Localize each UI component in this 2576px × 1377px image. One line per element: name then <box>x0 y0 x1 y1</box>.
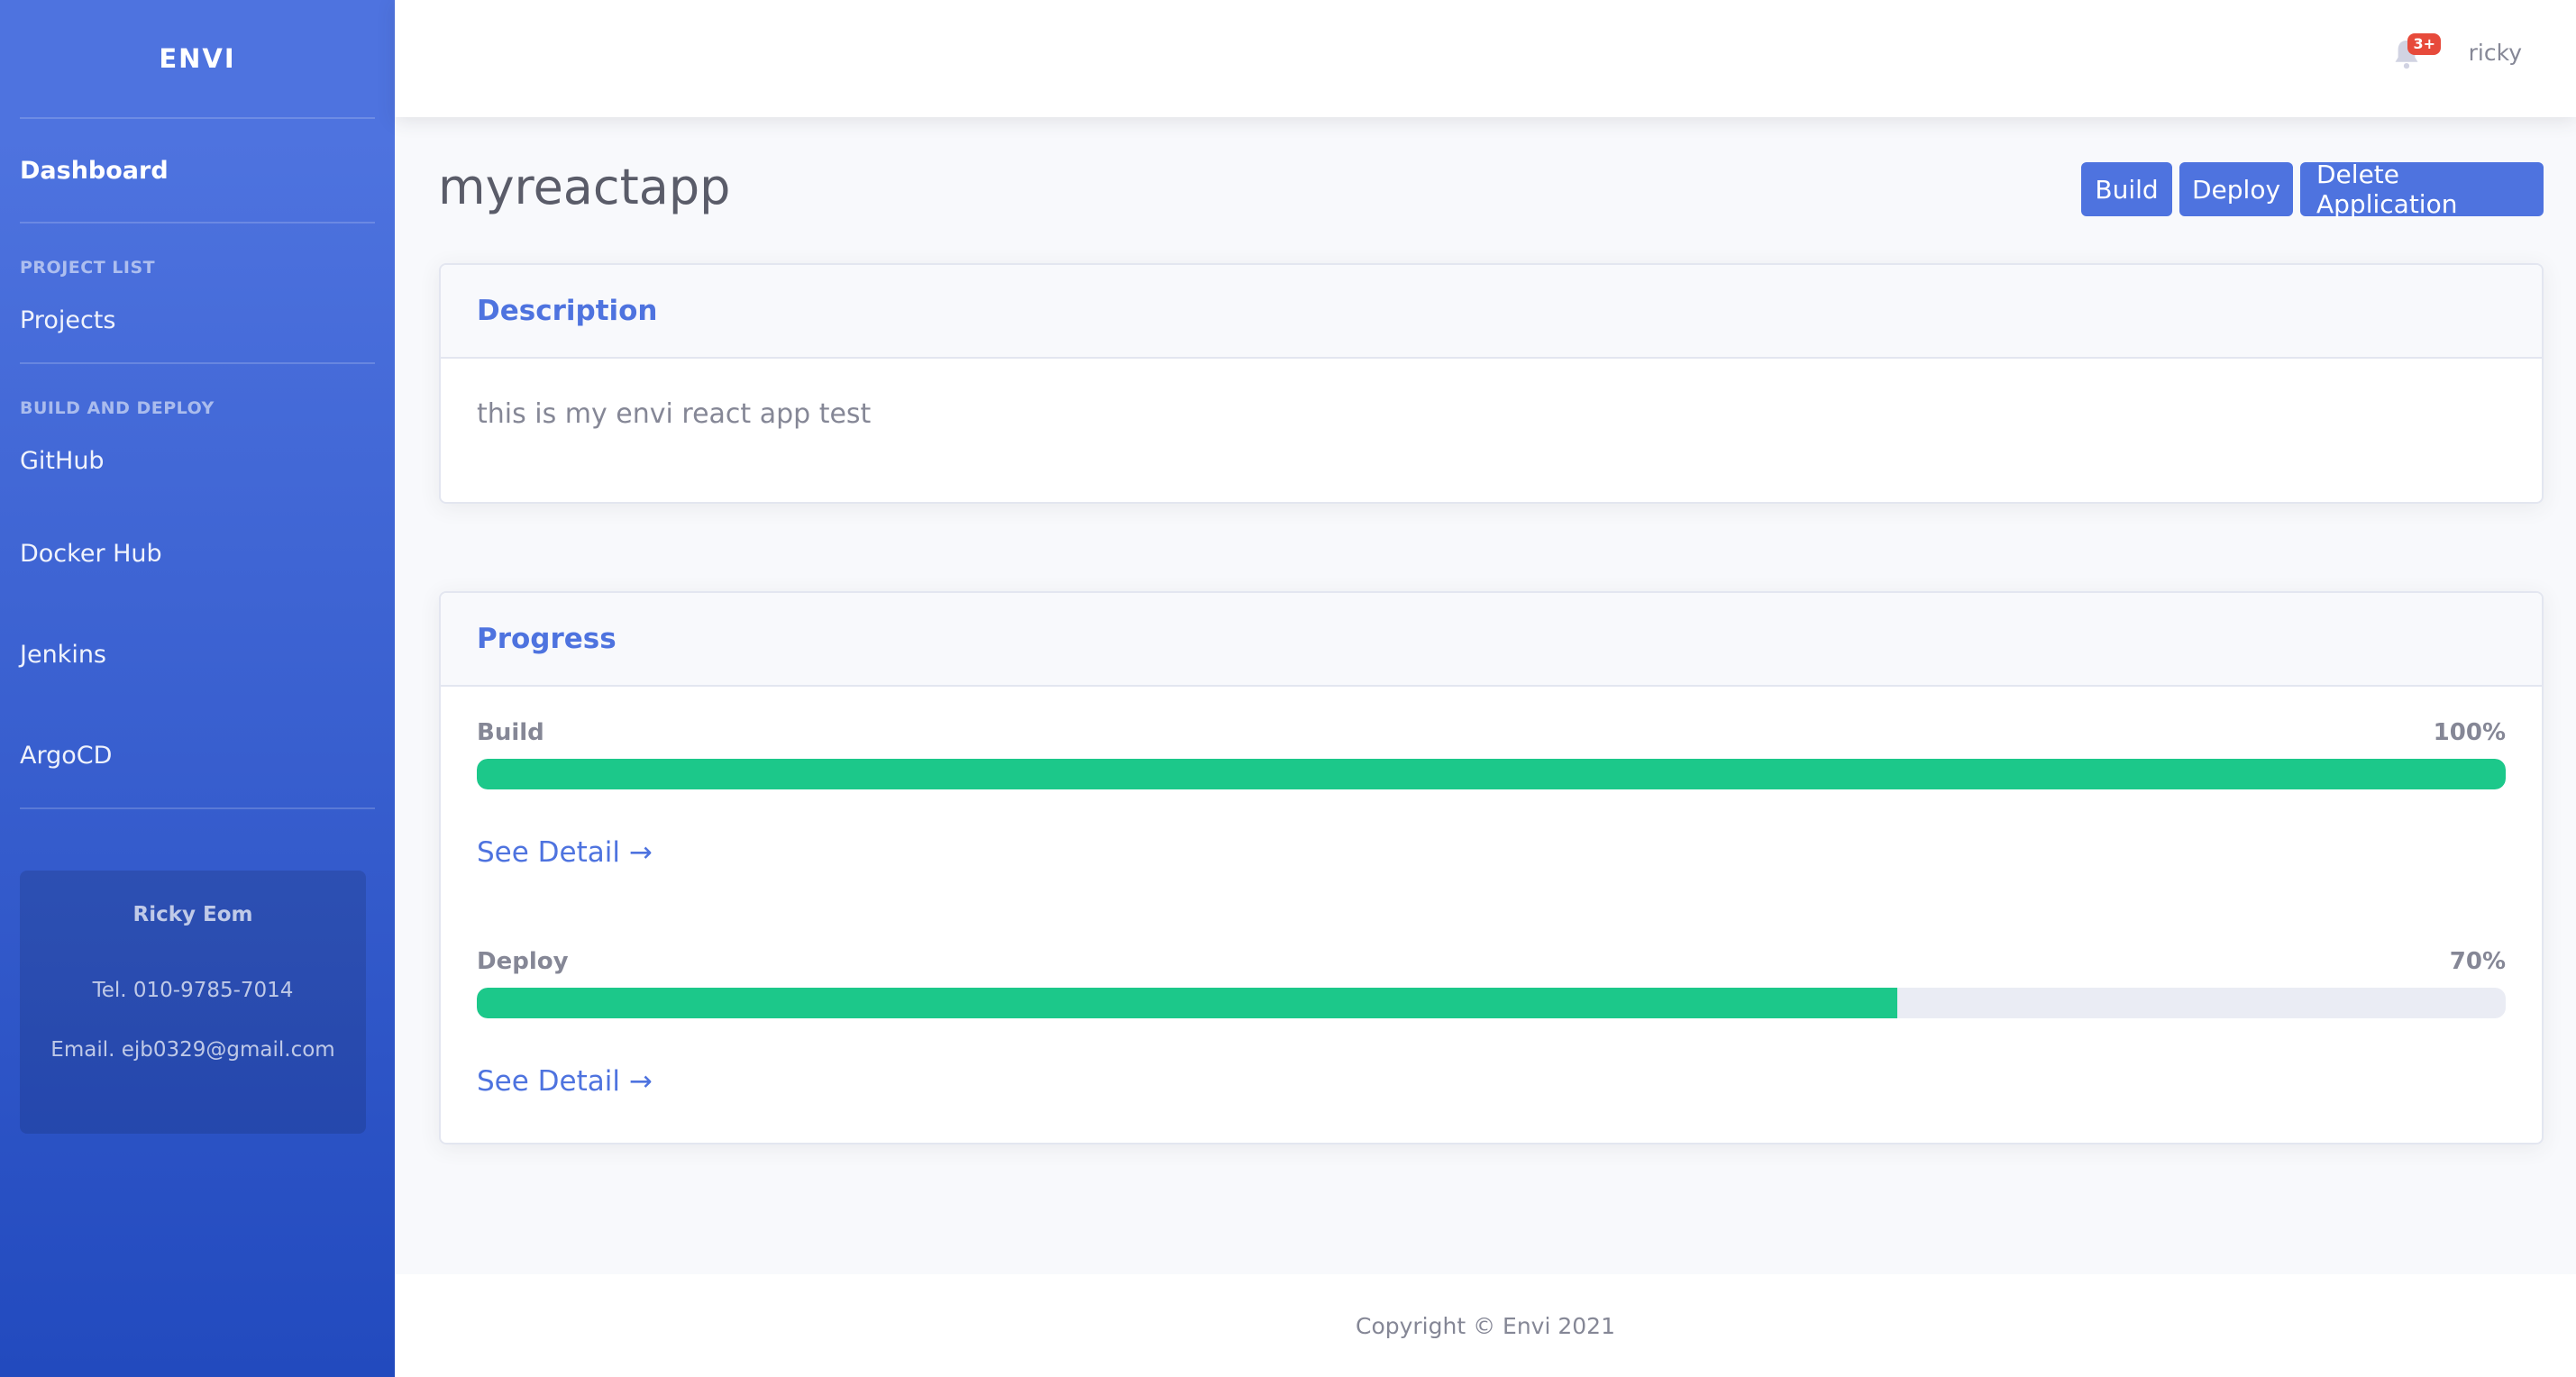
deploy-progress-track <box>477 988 2506 1018</box>
sidebar-item-github[interactable]: GitHub <box>0 418 395 503</box>
profile-tel: Tel. 010-9785-7014 <box>92 979 294 1002</box>
build-progress-track <box>477 759 2506 789</box>
deploy-see-detail-link[interactable]: See Detail → <box>477 1065 653 1098</box>
description-card: Description this is my envi react app te… <box>439 263 2544 504</box>
description-header: Description <box>441 265 2542 359</box>
build-progress-percent: 100% <box>2433 719 2506 746</box>
user-menu[interactable]: ricky <box>2469 40 2522 66</box>
sidebar-item-projects[interactable]: Projects <box>0 278 395 362</box>
build-see-detail-link[interactable]: See Detail → <box>477 836 653 869</box>
topbar: 3+ ricky <box>395 0 2576 117</box>
sidebar-item-dashboard[interactable]: Dashboard <box>0 119 395 222</box>
build-progress-label-row: Build 100% <box>477 719 2506 746</box>
build-progress-fill <box>477 759 2506 789</box>
sidebar-item-jenkins[interactable]: Jenkins <box>0 604 395 705</box>
build-progress-label: Build <box>477 719 544 746</box>
sidebar-item-dockerhub[interactable]: Docker Hub <box>0 503 395 604</box>
build-progress: Build 100% <box>477 719 2506 789</box>
brand-logo[interactable]: ENVI <box>0 0 395 117</box>
sidebar-heading-build-deploy: BUILD AND DEPLOY <box>20 398 215 418</box>
delete-application-button[interactable]: Delete Application <box>2300 160 2544 219</box>
notification-badge: 3+ <box>2407 33 2441 55</box>
footer: Copyright © Envi 2021 <box>395 1274 2576 1377</box>
progress-card: Progress Build 100% See Detail → Deploy … <box>439 591 2544 1144</box>
description-text: this is my envi react app test <box>477 398 872 430</box>
sidebar-item-argocd[interactable]: ArgoCD <box>0 705 395 806</box>
deploy-progress-label: Deploy <box>477 948 569 975</box>
page-title: myreactapp <box>438 159 731 215</box>
build-button[interactable]: Build <box>2081 162 2172 216</box>
sidebar-heading-project-list: PROJECT LIST <box>20 258 156 278</box>
deploy-progress-percent: 70% <box>2449 948 2506 975</box>
sidebar-divider <box>20 807 375 809</box>
deploy-progress-fill <box>477 988 1897 1018</box>
progress-header: Progress <box>441 593 2542 687</box>
sidebar: ENVI Dashboard PROJECT LIST Projects BUI… <box>0 0 395 1377</box>
profile-name: Ricky Eom <box>132 903 253 926</box>
copyright-text: Copyright © Envi 2021 <box>1355 1312 1615 1339</box>
deploy-progress-label-row: Deploy 70% <box>477 948 2506 975</box>
profile-card: Ricky Eom Tel. 010-9785-7014 Email. ejb0… <box>20 871 366 1134</box>
deploy-button[interactable]: Deploy <box>2179 162 2293 216</box>
deploy-progress: Deploy 70% <box>477 948 2506 1018</box>
profile-email: Email. ejb0329@gmail.com <box>50 1038 335 1062</box>
